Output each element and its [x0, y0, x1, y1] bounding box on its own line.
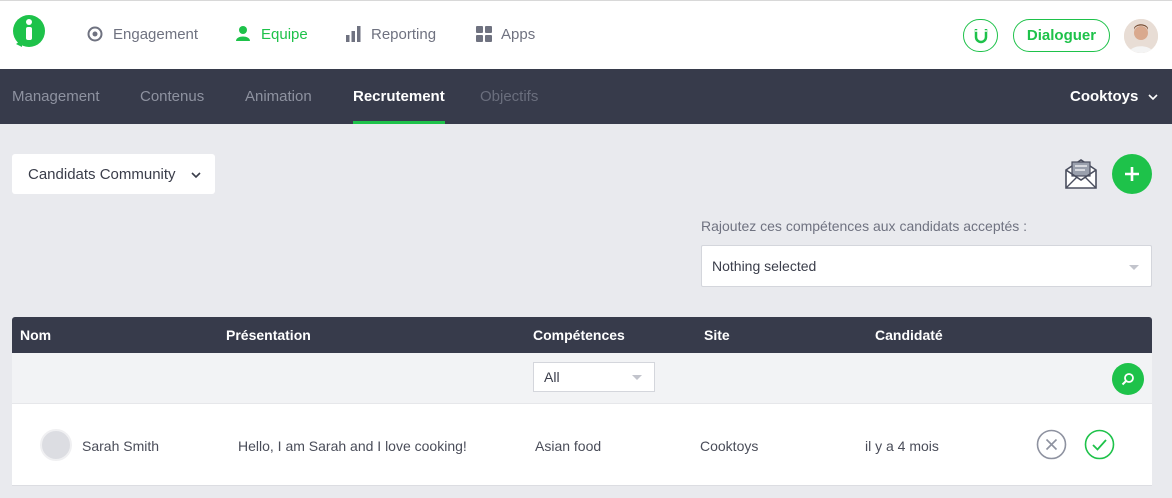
- candidate-name: Sarah Smith: [82, 437, 160, 454]
- search-button[interactable]: [1112, 363, 1144, 395]
- competences-filter-value: All: [544, 369, 560, 385]
- tab-management[interactable]: Management: [12, 69, 100, 124]
- app-logo-icon[interactable]: [12, 14, 46, 48]
- sub-navigation: Management Contenus Animation Recrutemen…: [0, 69, 1172, 124]
- caret-down-icon: [632, 375, 642, 380]
- company-selector[interactable]: Cooktoys: [1070, 69, 1158, 124]
- nav-apps-label: Apps: [501, 25, 536, 43]
- chevron-down-icon: [191, 172, 201, 179]
- search-icon: [1121, 373, 1134, 386]
- table-header: Nom Présentation Compétences Site Candid…: [12, 317, 1152, 353]
- target-icon: [87, 26, 103, 42]
- column-header-presentation[interactable]: Présentation: [226, 317, 311, 353]
- table-filter-row: All: [12, 353, 1152, 403]
- candidates-dropdown[interactable]: Candidats Community: [12, 154, 215, 194]
- grid-icon: [476, 26, 492, 42]
- magnet-icon: [974, 28, 987, 43]
- person-icon: [236, 26, 250, 41]
- company-name: Cooktoys: [1070, 88, 1139, 105]
- nav-equipe[interactable]: Equipe: [235, 23, 308, 45]
- column-header-candidate[interactable]: Candidaté: [875, 317, 943, 353]
- magnet-button[interactable]: [963, 19, 998, 52]
- nav-reporting[interactable]: Reporting: [345, 23, 436, 45]
- dialoguer-button[interactable]: Dialoguer: [1013, 19, 1110, 52]
- tab-contenus[interactable]: Contenus: [140, 69, 204, 124]
- mail-icon[interactable]: [1064, 156, 1098, 190]
- candidate-site: Cooktoys: [700, 437, 759, 454]
- user-avatar[interactable]: [1124, 19, 1158, 53]
- nav-equipe-label: Equipe: [261, 25, 308, 43]
- competences-filter-select[interactable]: All: [533, 362, 655, 392]
- tab-animation[interactable]: Animation: [245, 69, 312, 124]
- skills-select[interactable]: Nothing selected: [701, 245, 1152, 287]
- tab-objectifs[interactable]: Objectifs: [480, 69, 538, 124]
- candidates-table: Nom Présentation Compétences Site Candid…: [12, 317, 1152, 486]
- skills-label: Rajoutez ces compétences aux candidats a…: [701, 218, 1028, 234]
- skills-select-value: Nothing selected: [712, 258, 817, 274]
- caret-down-icon: [1129, 265, 1139, 270]
- plus-icon: [1125, 167, 1139, 181]
- column-header-nom[interactable]: Nom: [20, 317, 51, 353]
- user-avatar-icon: [1124, 19, 1158, 53]
- candidate-avatar: [40, 429, 72, 461]
- column-header-site[interactable]: Site: [704, 317, 730, 353]
- candidate-presentation: Hello, I am Sarah and I love cooking!: [238, 437, 467, 454]
- candidate-competences: Asian food: [535, 437, 602, 454]
- tab-recrutement[interactable]: Recrutement: [353, 69, 445, 124]
- candidates-dropdown-label: Candidats Community: [28, 165, 176, 183]
- nav-engagement[interactable]: Engagement: [87, 23, 198, 45]
- candidate-date: il y a 4 mois: [865, 437, 939, 454]
- top-bar: Engagement Equipe Reporting Apps Dialogu…: [0, 0, 1172, 69]
- accept-icon[interactable]: [1084, 429, 1115, 460]
- bar-chart-icon: [346, 26, 361, 42]
- table-row[interactable]: Sarah Smith Hello, I am Sarah and I love…: [12, 403, 1152, 486]
- nav-engagement-label: Engagement: [113, 25, 199, 43]
- column-header-competences[interactable]: Compétences: [533, 317, 625, 353]
- nav-apps[interactable]: Apps: [475, 23, 535, 45]
- reject-icon[interactable]: [1036, 429, 1067, 460]
- nav-reporting-label: Reporting: [371, 25, 437, 43]
- chevron-down-icon: [1148, 93, 1158, 100]
- add-candidate-button[interactable]: [1112, 154, 1152, 194]
